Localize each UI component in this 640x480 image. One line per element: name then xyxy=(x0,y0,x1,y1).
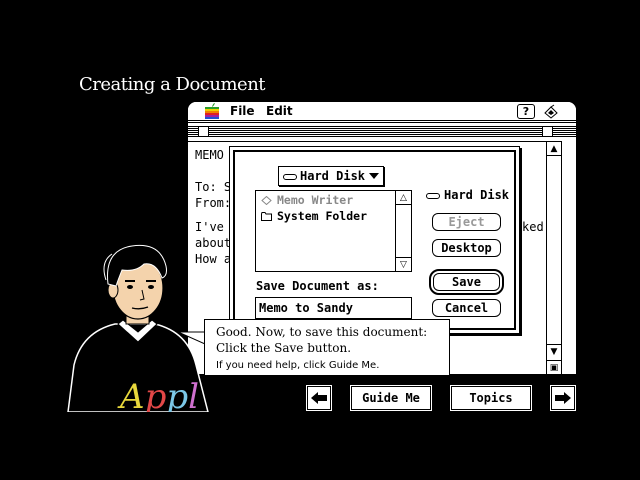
eject-button[interactable]: Eject xyxy=(432,213,501,231)
file-list[interactable]: Memo Writer System Folder △ ▽ xyxy=(255,190,412,272)
save-button[interactable]: Save xyxy=(429,269,504,295)
balloon-help-icon[interactable]: ? xyxy=(517,104,535,119)
list-item[interactable]: Memo Writer xyxy=(261,193,353,207)
shirt-logo-letter: A xyxy=(117,377,145,412)
document-title-bar[interactable] xyxy=(188,126,576,137)
document-line: To: S xyxy=(195,180,232,194)
file-list-items: Memo Writer System Folder xyxy=(256,191,396,271)
filename-input[interactable]: Memo to Sandy xyxy=(255,297,412,319)
right-arrow-icon xyxy=(555,392,571,404)
left-arrow-icon xyxy=(311,392,327,404)
cancel-button[interactable]: Cancel xyxy=(432,299,501,317)
file-name: Memo Writer xyxy=(277,193,354,207)
shirt-logo-letter: l xyxy=(188,377,199,412)
desktop-button[interactable]: Desktop xyxy=(432,239,501,257)
shirt-logo-letter: p xyxy=(166,377,188,412)
bubble-hint: If you need help, click Guide Me. xyxy=(216,360,380,371)
scroll-down-arrow-icon[interactable]: ▼ xyxy=(547,344,561,358)
bubble-message-line: Click the Save button. xyxy=(216,341,352,355)
menu-bar: File Edit ? xyxy=(188,102,576,121)
tutor-character: Appl xyxy=(67,244,209,412)
hard-disk-icon xyxy=(426,192,440,199)
disk-name: Hard Disk xyxy=(444,188,510,202)
topics-button[interactable]: Topics xyxy=(450,385,532,411)
scroll-down-arrow-icon[interactable]: ▽ xyxy=(396,257,411,271)
back-button[interactable] xyxy=(306,385,332,411)
location-popup[interactable]: Hard Disk xyxy=(278,166,384,186)
folder-icon xyxy=(261,212,272,221)
speech-bubble: Good. Now, to save this document: Click … xyxy=(204,319,450,376)
grow-box-icon[interactable]: ▣ xyxy=(547,360,561,374)
document-line-fragment: ked xyxy=(522,220,544,234)
menu-edit[interactable]: Edit xyxy=(266,104,293,118)
location-popup-label: Hard Disk xyxy=(300,169,366,183)
list-item[interactable]: System Folder xyxy=(261,209,367,223)
scroll-up-arrow-icon[interactable]: △ xyxy=(396,191,411,205)
document-line: From: xyxy=(195,196,232,210)
file-list-scrollbar[interactable]: △ ▽ xyxy=(395,191,411,271)
application-icon xyxy=(261,196,272,205)
zoom-box[interactable] xyxy=(542,126,553,137)
file-name: System Folder xyxy=(277,209,368,223)
shirt-logo-letter: p xyxy=(145,377,167,412)
save-dialog-frame: Hard Disk Memo Writer System Folder △ ▽ … xyxy=(233,150,516,330)
shirt-logo-text: Appl xyxy=(117,377,199,412)
document-scrollbar[interactable]: ▲ ▼ ▣ xyxy=(546,141,562,374)
close-box[interactable] xyxy=(198,126,209,137)
popup-triangle-icon xyxy=(369,173,379,179)
lesson-title: Creating a Document xyxy=(79,74,266,95)
scroll-up-arrow-icon[interactable]: ▲ xyxy=(547,142,561,156)
app-menu-icon[interactable] xyxy=(542,104,560,119)
save-dialog: Hard Disk Memo Writer System Folder △ ▽ … xyxy=(229,146,520,334)
apple-rainbow-icon[interactable] xyxy=(205,103,219,119)
hard-disk-icon xyxy=(283,173,297,180)
current-disk: Hard Disk xyxy=(426,188,509,202)
forward-button[interactable] xyxy=(550,385,576,411)
menu-file[interactable]: File xyxy=(230,104,255,118)
save-as-label: Save Document as: xyxy=(256,279,379,293)
bubble-message-line: Good. Now, to save this document: xyxy=(216,325,428,339)
guide-me-button[interactable]: Guide Me xyxy=(350,385,432,411)
document-line: MEMO xyxy=(195,148,224,162)
